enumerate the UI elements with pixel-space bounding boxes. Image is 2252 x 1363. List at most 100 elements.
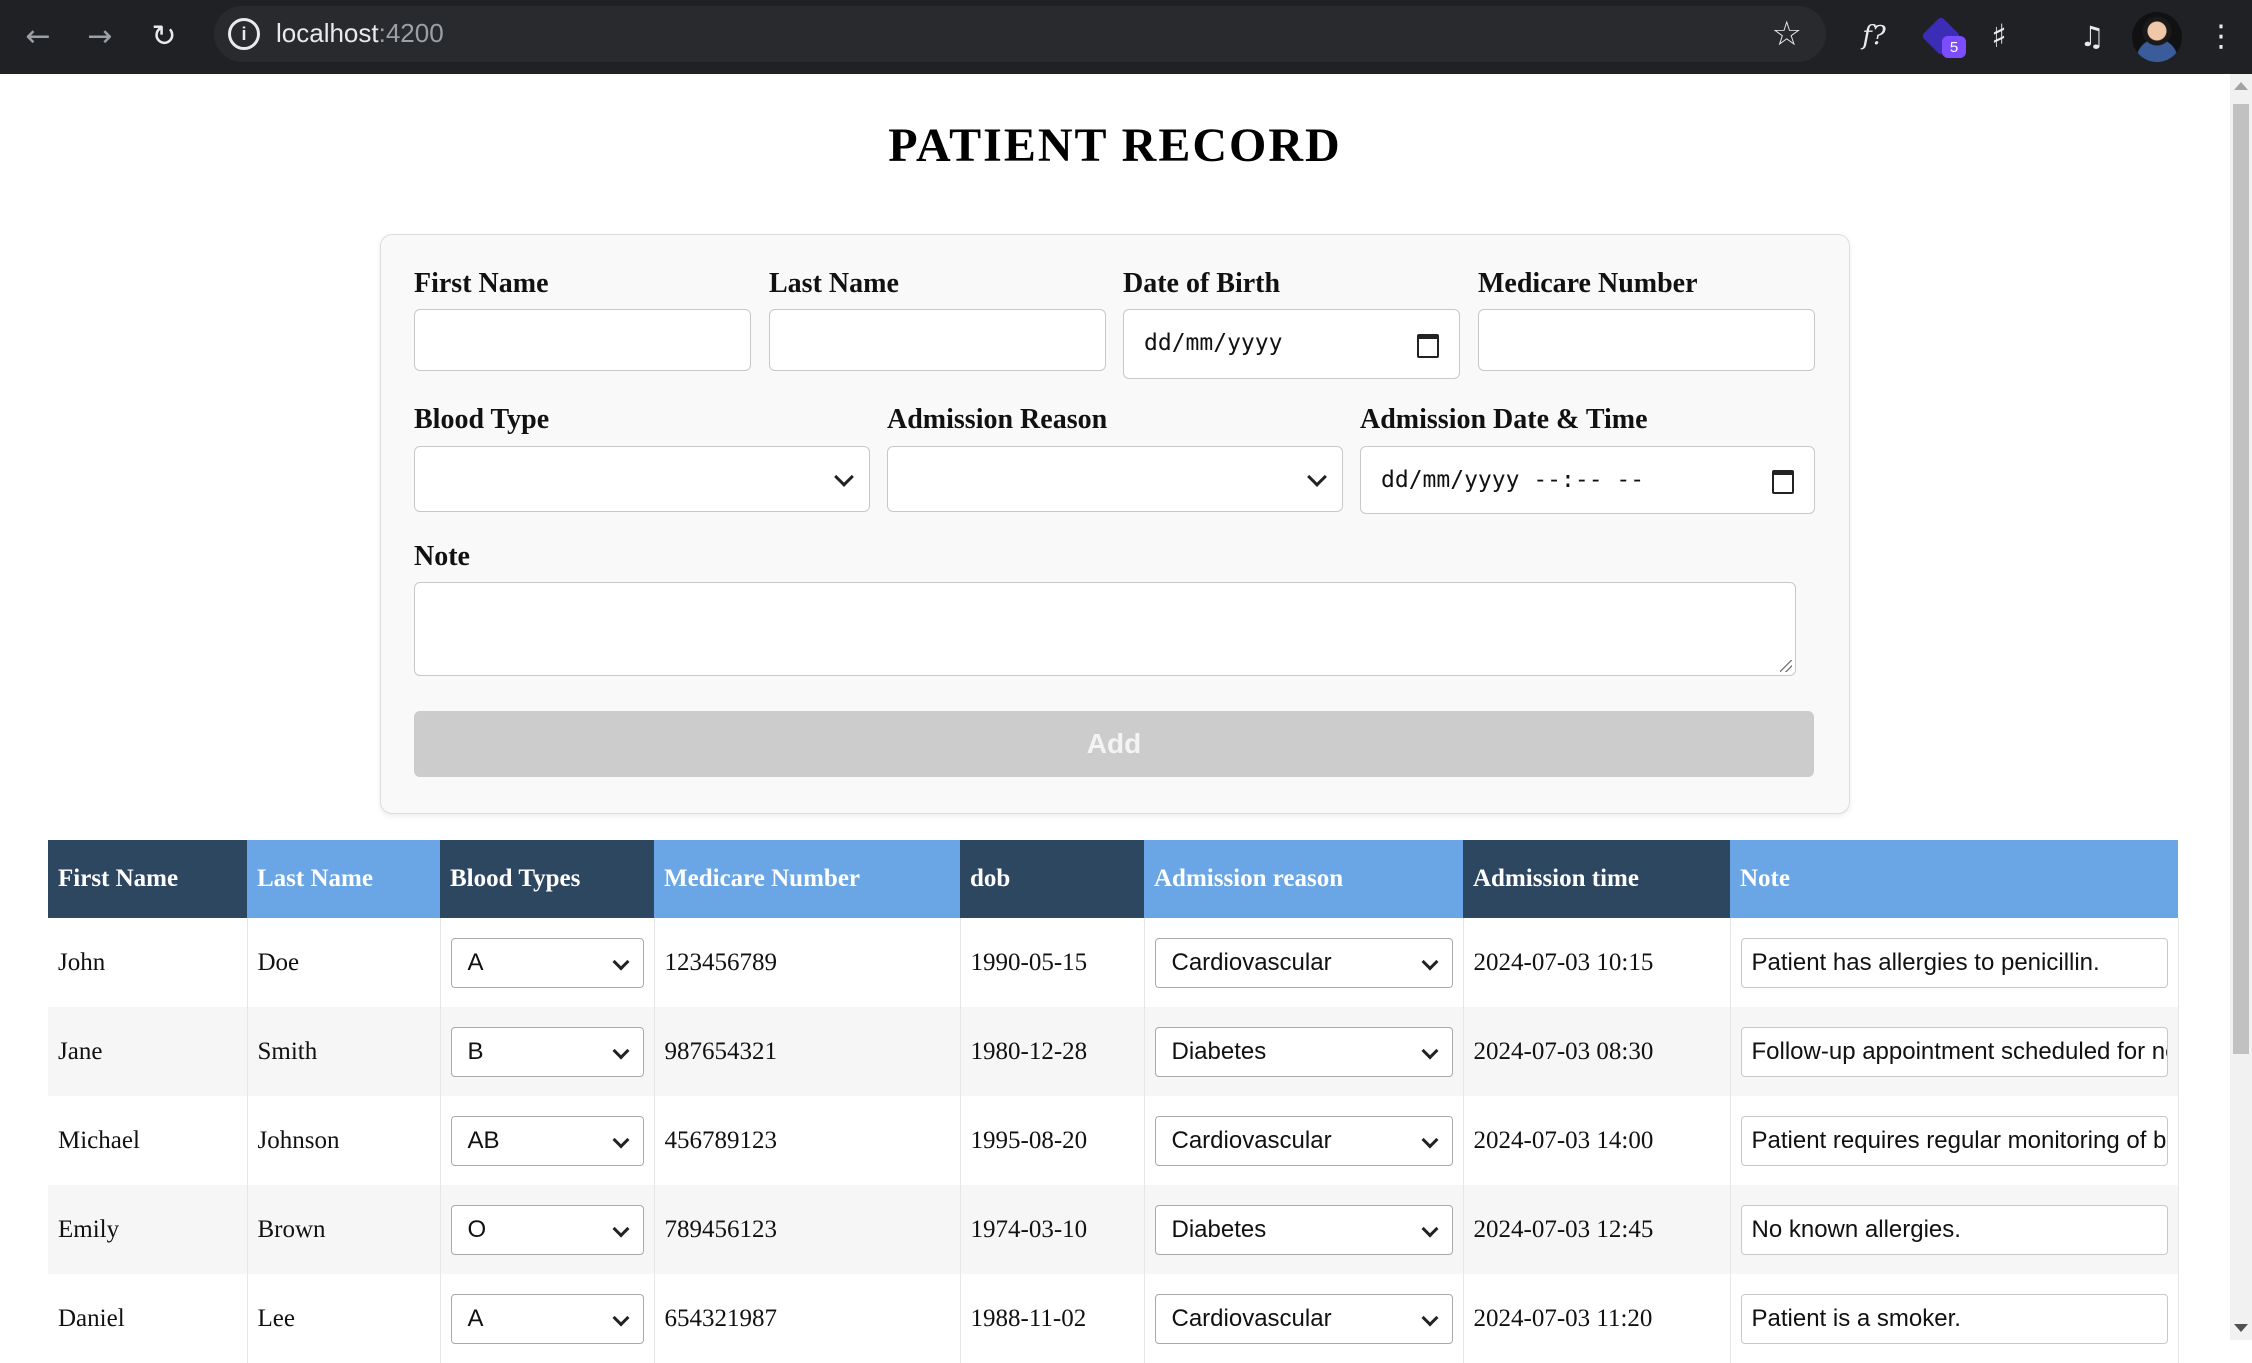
cell-admission-time: 2024-07-03 14:00	[1463, 1096, 1731, 1185]
last-name-label: Last Name	[769, 268, 899, 299]
resize-grip-icon[interactable]	[1780, 660, 1792, 672]
puzzle-extensions-icon[interactable]: ♯	[1976, 14, 2022, 58]
cell-last-name: Smith	[247, 1007, 441, 1096]
page-scrollbar[interactable]	[2230, 74, 2252, 1340]
note-textarea[interactable]	[414, 582, 1796, 676]
cell-admission-time: 2024-07-03 11:20	[1463, 1274, 1731, 1363]
extension-badge-icon[interactable]: 5	[1916, 14, 1966, 58]
calendar-icon[interactable]	[1417, 334, 1439, 358]
blood-type-select[interactable]: B	[450, 1026, 644, 1077]
header-first-name: First Name	[48, 840, 247, 918]
blood-type-select[interactable]: A	[450, 1293, 644, 1344]
scroll-up-arrow-icon[interactable]	[2234, 82, 2248, 90]
note-input[interactable]: Patient has allergies to penicillin.	[1740, 937, 2168, 988]
cell-medicare: 123456789	[654, 918, 961, 1007]
blood-type-select[interactable]: O	[450, 1204, 644, 1255]
kebab-menu-icon[interactable]: ⋮	[2206, 14, 2236, 58]
add-button[interactable]: Add	[414, 711, 1814, 777]
chevron-down-icon	[612, 953, 629, 970]
blood-type-value: O	[467, 1215, 487, 1243]
blood-type-select[interactable]: AB	[450, 1115, 644, 1166]
header-last-name: Last Name	[247, 840, 440, 918]
chevron-down-icon	[1421, 1042, 1438, 1059]
admission-datetime-input[interactable]: dd/mm/yyyy --:-- --	[1360, 446, 1815, 514]
back-icon[interactable]: ←	[16, 14, 60, 58]
cell-last-name: Brown	[247, 1185, 441, 1274]
first-name-input[interactable]	[414, 309, 751, 371]
cell-admission-reason: Diabetes	[1144, 1185, 1464, 1274]
admission-datetime-placeholder: dd/mm/yyyy --:-- --	[1381, 467, 1645, 493]
chevron-down-icon	[612, 1220, 629, 1237]
cell-medicare: 987654321	[654, 1007, 961, 1096]
cell-medicare: 456789123	[654, 1096, 961, 1185]
cell-dob: 1974-03-10	[960, 1185, 1145, 1274]
cell-blood-type: O	[440, 1185, 655, 1274]
cell-blood-type: B	[440, 1007, 655, 1096]
header-dob: dob	[960, 840, 1144, 918]
blood-type-select[interactable]	[414, 446, 870, 512]
chevron-down-icon	[612, 1042, 629, 1059]
forward-icon[interactable]: →	[78, 14, 122, 58]
medicare-label: Medicare Number	[1478, 268, 1698, 299]
medicare-number-input[interactable]	[1478, 309, 1815, 371]
cell-admission-reason: Cardiovascular	[1144, 1096, 1464, 1185]
cell-first-name: Emily	[48, 1185, 248, 1274]
blood-type-value: A	[467, 948, 484, 976]
cell-admission-reason: Cardiovascular	[1144, 1274, 1464, 1363]
chevron-down-icon	[1421, 1131, 1438, 1148]
profile-avatar[interactable]	[2132, 12, 2182, 62]
extension-badge-count: 5	[1942, 36, 1966, 58]
chevron-down-icon	[1421, 1309, 1438, 1326]
cell-blood-type: AB	[440, 1096, 655, 1185]
formula-extension-icon[interactable]: f?	[1852, 14, 1896, 58]
admission-reason-label: Admission Reason	[887, 404, 1108, 435]
admission-reason-value: Cardiovascular	[1171, 1126, 1332, 1154]
admission-reason-select[interactable]: Cardiovascular	[1154, 1293, 1453, 1344]
cell-admission-reason: Cardiovascular	[1144, 918, 1464, 1007]
table-row: Michael Johnson AB 456789123 1995-08-20 …	[48, 1096, 2179, 1185]
site-info-icon[interactable]: i	[228, 18, 260, 50]
url-text[interactable]: localhost:4200	[276, 18, 444, 49]
admission-reason-select[interactable]: Diabetes	[1154, 1204, 1453, 1255]
note-input[interactable]: Patient requires regular monitoring of b…	[1740, 1115, 2168, 1166]
admission-reason-select[interactable]: Cardiovascular	[1154, 1115, 1453, 1166]
cell-note: Patient is a smoker.	[1730, 1274, 2179, 1363]
header-medicare-number: Medicare Number	[654, 840, 960, 918]
admission-reason-select[interactable]	[887, 446, 1343, 512]
table-row: Emily Brown O 789456123 1974-03-10 Diabe…	[48, 1185, 2179, 1274]
blood-type-value: A	[467, 1304, 484, 1332]
cell-last-name: Johnson	[247, 1096, 441, 1185]
first-name-label: First Name	[414, 268, 549, 299]
cell-first-name: Daniel	[48, 1274, 248, 1363]
bookmark-star-icon[interactable]: ☆	[1772, 14, 1802, 54]
cell-dob: 1990-05-15	[960, 918, 1145, 1007]
header-note: Note	[1730, 840, 2178, 918]
admission-reason-select[interactable]: Cardiovascular	[1154, 937, 1453, 988]
last-name-input[interactable]	[769, 309, 1106, 371]
blood-type-value: B	[467, 1037, 484, 1065]
calendar-icon[interactable]	[1772, 470, 1794, 494]
note-input[interactable]: Follow-up appointment scheduled for ne	[1740, 1026, 2168, 1077]
cell-first-name: John	[48, 918, 248, 1007]
admission-reason-value: Diabetes	[1171, 1037, 1267, 1065]
scroll-thumb[interactable]	[2233, 104, 2249, 1054]
address-bar[interactable]: i localhost:4200 ☆	[214, 6, 1826, 62]
cell-dob: 1988-11-02	[960, 1274, 1145, 1363]
media-control-icon[interactable]: ♫	[2070, 14, 2114, 58]
admission-reason-value: Diabetes	[1171, 1215, 1267, 1243]
reload-icon[interactable]: ↻	[142, 14, 186, 58]
note-input[interactable]: No known allergies.	[1740, 1204, 2168, 1255]
cell-admission-time: 2024-07-03 12:45	[1463, 1185, 1731, 1274]
dob-placeholder: dd/mm/yyyy	[1144, 330, 1283, 356]
note-input[interactable]: Patient is a smoker.	[1740, 1293, 2168, 1344]
header-admission-time: Admission time	[1463, 840, 1730, 918]
page-title: PATIENT RECORD	[888, 119, 1342, 172]
blood-type-select[interactable]: A	[450, 937, 644, 988]
chevron-down-icon	[1421, 1220, 1438, 1237]
scroll-down-arrow-icon[interactable]	[2234, 1324, 2248, 1332]
dob-date-input[interactable]: dd/mm/yyyy	[1123, 309, 1460, 379]
cell-note: Patient requires regular monitoring of b…	[1730, 1096, 2179, 1185]
cell-dob: 1980-12-28	[960, 1007, 1145, 1096]
admission-reason-select[interactable]: Diabetes	[1154, 1026, 1453, 1077]
cell-note: Follow-up appointment scheduled for ne	[1730, 1007, 2179, 1096]
